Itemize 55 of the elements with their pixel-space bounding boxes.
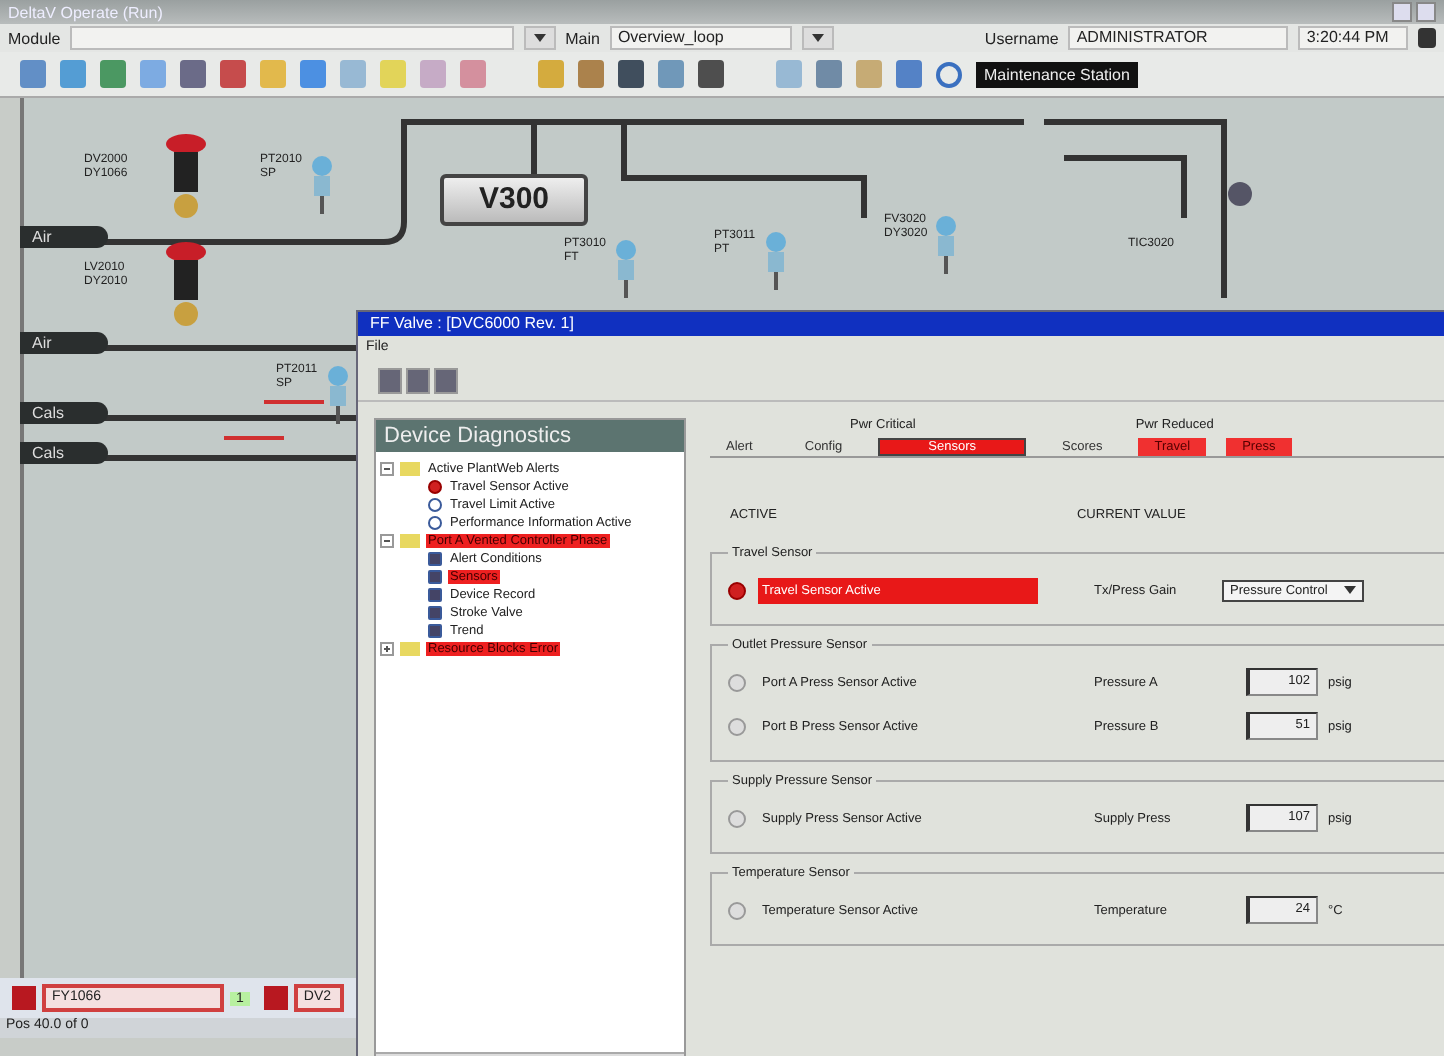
toolbar-icon[interactable] bbox=[260, 60, 286, 88]
toolbar-icon[interactable] bbox=[20, 60, 46, 88]
field-label: Username bbox=[984, 29, 1059, 47]
toolbar-icon[interactable] bbox=[538, 60, 564, 88]
window-title: DeltaV Operate (Run) bbox=[8, 3, 163, 21]
toolbar-icon[interactable] bbox=[180, 60, 206, 88]
alarm-indicator-icon[interactable] bbox=[263, 986, 288, 1010]
transmitter-icon[interactable] bbox=[324, 364, 352, 424]
username-field: ADMINISTRATOR bbox=[1068, 26, 1289, 50]
toolbar-icon[interactable] bbox=[460, 60, 486, 88]
gauge-icon[interactable] bbox=[1228, 182, 1252, 206]
toolbar-icon[interactable] bbox=[300, 60, 326, 88]
toolbar-icon[interactable] bbox=[896, 60, 922, 88]
transmitter-icon[interactable] bbox=[762, 230, 790, 290]
line-tag[interactable]: Air bbox=[20, 332, 108, 354]
expander-icon[interactable] bbox=[380, 534, 394, 548]
tank-label[interactable]: V300 bbox=[440, 174, 588, 226]
user-icon[interactable] bbox=[1417, 28, 1437, 48]
station-button[interactable]: Maintenance Station bbox=[976, 61, 1138, 87]
line-tag[interactable]: Air bbox=[20, 226, 108, 248]
toolbar-icon[interactable] bbox=[578, 60, 604, 88]
toolbar-icon[interactable] bbox=[658, 60, 684, 88]
field-label: Module bbox=[8, 29, 61, 47]
transmitter-icon[interactable] bbox=[932, 214, 960, 274]
toolbar-icon[interactable] bbox=[698, 60, 724, 88]
time-field: 3:20:44 PM bbox=[1298, 26, 1408, 50]
field-label: Main bbox=[565, 29, 600, 47]
clock-icon[interactable] bbox=[936, 61, 962, 87]
main-field[interactable]: Overview_loop bbox=[609, 26, 793, 50]
toolbar-icon[interactable] bbox=[856, 60, 882, 88]
module-field[interactable] bbox=[70, 26, 514, 50]
folder-icon bbox=[400, 462, 420, 476]
valve-icon[interactable] bbox=[164, 134, 208, 222]
line-tag[interactable]: Cals bbox=[20, 442, 108, 464]
toolbar-icon[interactable] bbox=[100, 60, 126, 88]
error-icon bbox=[428, 480, 442, 494]
toolbar-icon[interactable] bbox=[776, 60, 802, 88]
valve-icon[interactable] bbox=[164, 242, 208, 330]
toolbar-icon[interactable] bbox=[816, 60, 842, 88]
toolbar-icon[interactable] bbox=[60, 60, 86, 88]
folder-icon bbox=[400, 642, 420, 656]
transmitter-icon[interactable] bbox=[612, 238, 640, 298]
panel-title: Device Diagnostics bbox=[376, 420, 684, 452]
dialog-title: FF Valve : [DVC6000 Rev. 1] bbox=[370, 314, 574, 332]
folder-icon bbox=[400, 534, 420, 548]
toolbar-icon[interactable] bbox=[380, 60, 406, 88]
toolbar-icon[interactable] bbox=[420, 60, 446, 88]
line-tag[interactable]: Cals bbox=[20, 402, 108, 424]
toolbar-icon[interactable] bbox=[140, 60, 166, 88]
expander-icon[interactable] bbox=[380, 642, 394, 656]
toolbar-icon[interactable] bbox=[340, 60, 366, 88]
expander-icon[interactable] bbox=[380, 462, 394, 476]
toolbar-icon[interactable] bbox=[618, 60, 644, 88]
transmitter-icon[interactable] bbox=[308, 154, 336, 214]
toolbar-icon[interactable] bbox=[220, 60, 246, 88]
